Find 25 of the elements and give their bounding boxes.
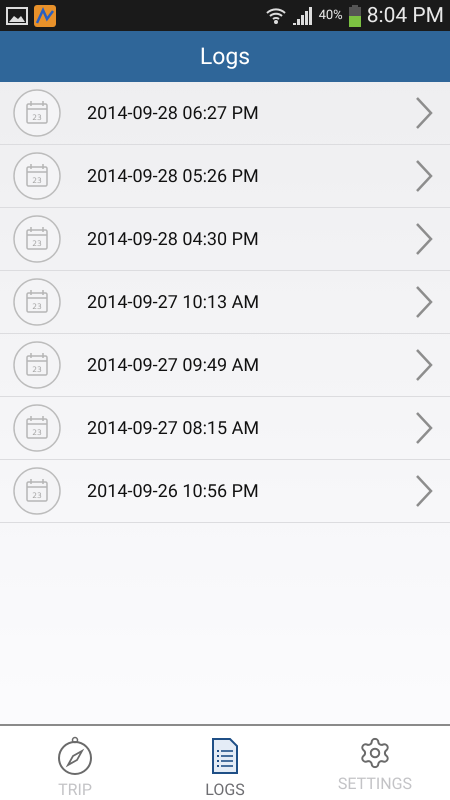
battery-icon <box>348 4 361 26</box>
chevron-right-icon <box>414 285 434 319</box>
chevron-right-icon <box>414 96 434 130</box>
chevron-right-icon <box>414 474 434 508</box>
compass-icon <box>55 736 95 776</box>
battery-percentage: 40% <box>318 8 343 23</box>
chevron-right-icon <box>414 159 434 193</box>
tab[interactable]: LOGS <box>150 726 300 800</box>
image-icon <box>6 6 28 24</box>
document-icon <box>210 736 240 776</box>
log-date: 2014-09-26 10:56 PM <box>87 480 260 502</box>
log-date: 2014-09-28 05:26 PM <box>87 166 260 186</box>
clock: 8:04 PM <box>366 4 444 28</box>
log-date: 2014-09-28 04:30 PM <box>87 228 260 250</box>
log-date: 2014-09-27 09:49 AM <box>87 354 260 376</box>
chevron-right-icon <box>414 411 434 445</box>
signal-icon <box>292 6 313 24</box>
log-date: 2014-09-28 06:27 PM <box>87 102 260 124</box>
log-date: 2014-09-27 08:15 AM <box>87 418 260 438</box>
wifi-icon <box>264 6 287 26</box>
chevron-right-icon <box>414 348 434 382</box>
app-icon <box>34 4 56 26</box>
page-title: Logs <box>200 43 250 70</box>
chevron-right-icon <box>414 222 434 256</box>
log-date: 2014-09-27 10:13 AM <box>87 292 260 312</box>
